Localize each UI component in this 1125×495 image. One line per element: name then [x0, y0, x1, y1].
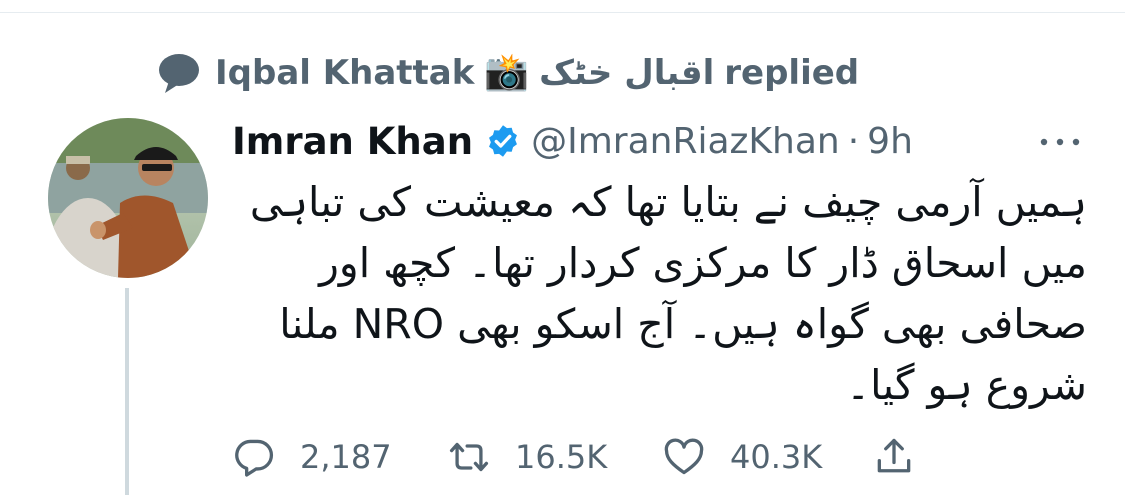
speech-bubble-icon [159, 54, 199, 93]
meta-separator: · [847, 120, 860, 162]
tweet-time[interactable]: 9h [867, 121, 913, 162]
tweet-text-line: صحافی بھی گواہ ہیں۔ آج اسکو بھی NRO ملنا [279, 300, 1087, 348]
top-divider [0, 12, 1125, 13]
replier-name: Iqbal Khattak [215, 53, 475, 93]
share-icon [877, 438, 911, 473]
reply-count: 2,187 [300, 438, 392, 476]
retweet-button[interactable]: 16.5K [447, 435, 662, 479]
author-name[interactable]: Imran Khan [232, 120, 473, 163]
retweet-count: 16.5K [515, 438, 608, 476]
avatar[interactable] [48, 118, 208, 278]
more-dots-icon[interactable] [1036, 127, 1084, 157]
author-handle[interactable]: @ImranRiazKhan [531, 121, 840, 162]
retweet-icon [449, 442, 489, 472]
tweet-actions: 2,187 16.5K 40.3K [232, 432, 952, 482]
replied-label: replied [724, 53, 860, 93]
social-context-text: Iqbal Khattak 📸 اقبال خٹک replied [215, 53, 859, 93]
avatar-photo [48, 118, 208, 278]
like-button[interactable]: 40.3K [662, 435, 872, 479]
share-button[interactable] [872, 435, 916, 479]
heart-icon [664, 438, 704, 475]
replier-name-urdu: اقبال خٹک [539, 53, 715, 93]
reply-button[interactable]: 2,187 [232, 435, 447, 479]
tweet-header: Imran Khan @ImranRiazKhan · 9h [232, 115, 1112, 167]
thread-line [125, 288, 129, 495]
verified-badge-icon [489, 125, 518, 157]
like-count: 40.3K [730, 438, 823, 476]
tweet-text-line: ہمیں آرمی چیف نے بتایا تھا کہ معیشت کی ت… [249, 178, 1087, 226]
tweet-text-line: میں اسحاق ڈار کا مرکزی کردار تھا۔ کچھ او… [319, 239, 1087, 287]
social-context[interactable]: Iqbal Khattak 📸 اقبال خٹک replied [155, 50, 859, 96]
camera-emoji: 📸 [484, 52, 530, 93]
tweet-text-line: شروع ہو گیا۔ [846, 361, 1087, 409]
reply-icon [235, 439, 274, 477]
tweet-text: ہمیں آرمی چیف نے بتایا تھا کہ معیشت کی ت… [232, 172, 1087, 416]
